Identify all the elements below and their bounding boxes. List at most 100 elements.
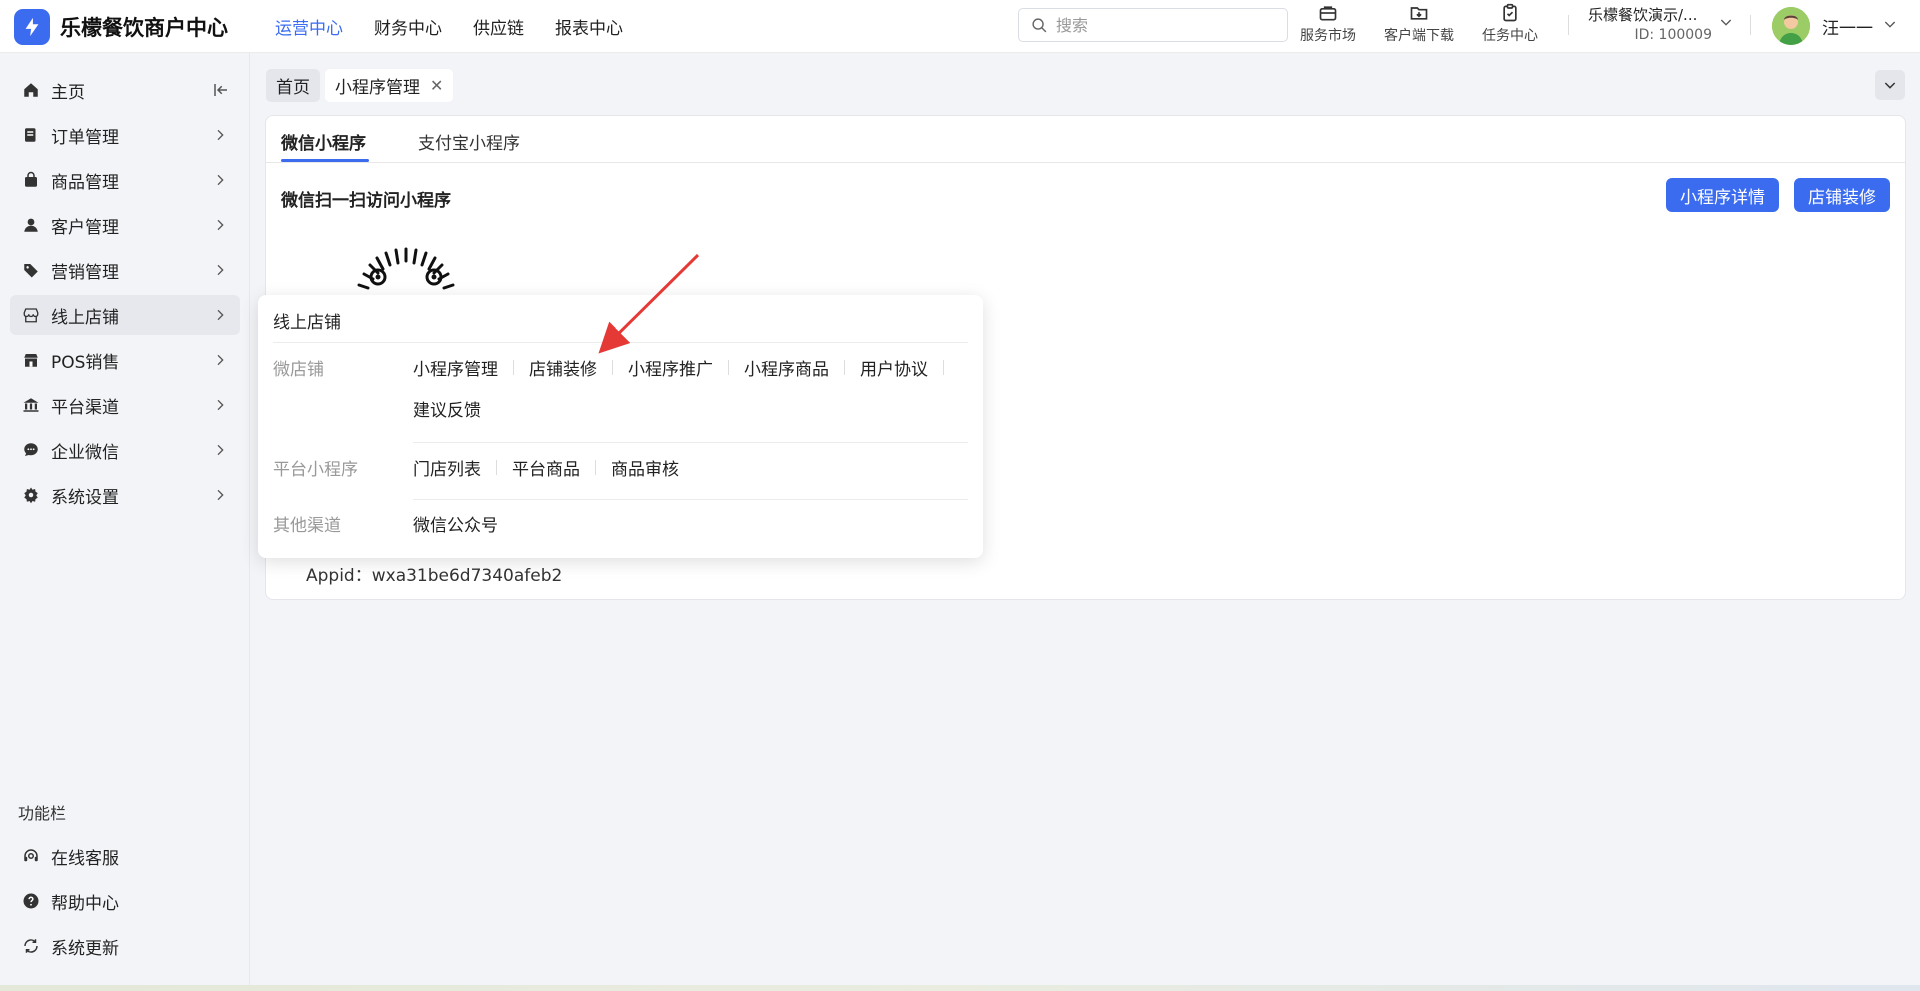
sidebar-item-label: 营销管理 [51, 262, 119, 283]
group-links-platform-miniprogram: 门店列表 平台商品 商品审核 [413, 455, 973, 480]
sidebar-item-label: 在线客服 [51, 848, 119, 869]
sidebar-item-label: 商品管理 [51, 172, 119, 193]
search-box[interactable] [1018, 8, 1288, 42]
user-name[interactable]: 汪一一 [1822, 14, 1873, 39]
sidebar-item-wecom[interactable]: 企业微信 [10, 430, 240, 470]
sidebar-item-help-center[interactable]: 帮助中心 [10, 881, 240, 921]
group-label-other-channels: 其他渠道 [273, 516, 341, 536]
tabs-dropdown-button[interactable] [1875, 70, 1905, 100]
group-label-micro-store: 微店铺 [273, 360, 324, 380]
client-download-button[interactable]: 客户端下载 [1384, 3, 1454, 45]
lightning-logo-icon[interactable] [14, 9, 50, 45]
divider [413, 499, 968, 500]
tab-home-label: 首页 [276, 78, 310, 98]
sidebar: 主页 订单管理 商品管理 客户管理 营销管理 线上店铺 POS销售 平台渠道 企 [0, 53, 250, 991]
sidebar-item-label: 订单管理 [51, 127, 119, 148]
sidebar-item-home[interactable]: 主页 [10, 70, 240, 110]
bag-icon [22, 171, 40, 189]
chevron-down-icon[interactable] [1718, 14, 1734, 30]
service-market-button[interactable]: 服务市场 [1300, 3, 1356, 45]
top-bar: 乐檬餐饮商户中心 运营中心 财务中心 供应链 报表中心 服务市场 客户端下载 任… [0, 0, 1920, 53]
chevron-right-icon [217, 489, 224, 501]
sidebar-item-settings[interactable]: 系统设置 [10, 475, 240, 515]
refresh-icon [22, 937, 40, 955]
sidebar-item-customers[interactable]: 客户管理 [10, 205, 240, 245]
function-bar-title: 功能栏 [18, 804, 67, 823]
group-links-other-channels: 微信公众号 [413, 511, 973, 536]
sidebar-item-platform-channels[interactable]: 平台渠道 [10, 385, 240, 425]
link-wechat-official-account[interactable]: 微信公众号 [413, 511, 498, 536]
link-label: 商品审核 [611, 460, 679, 480]
link-label: 用户协议 [860, 360, 928, 380]
card-title: 微信扫一扫访问小程序 [281, 191, 451, 211]
sidebar-item-label: POS销售 [51, 352, 120, 373]
sidebar-item-online-support[interactable]: 在线客服 [10, 836, 240, 876]
task-center-button[interactable]: 任务中心 [1482, 3, 1538, 45]
collapse-sidebar-icon[interactable] [212, 81, 230, 99]
link-label: 小程序商品 [744, 360, 829, 380]
sidebar-item-label: 线上店铺 [51, 307, 119, 328]
link-label: 小程序管理 [413, 360, 498, 380]
gear-icon [22, 486, 40, 504]
link-label: 建议反馈 [413, 401, 481, 421]
link-user-agreement[interactable]: 用户协议 [860, 355, 959, 380]
shop-icon [22, 351, 40, 369]
tab-alipay-miniprogram[interactable]: 支付宝小程序 [418, 129, 520, 154]
flyout-title: 线上店铺 [273, 313, 341, 333]
nav-supply-chain[interactable]: 供应链 [473, 14, 524, 39]
chevron-right-icon [217, 399, 224, 411]
link-label: 门店列表 [413, 460, 481, 480]
close-icon[interactable]: ✕ [430, 76, 443, 95]
briefcase-icon [1319, 6, 1337, 21]
link-store-decoration[interactable]: 店铺装修 [529, 355, 628, 380]
link-store-list[interactable]: 门店列表 [413, 455, 512, 480]
link-label: 小程序推广 [628, 360, 713, 380]
tab-miniprogram-management[interactable]: 小程序管理 ✕ [325, 69, 454, 102]
chevron-right-icon [217, 219, 224, 231]
chat-icon [22, 441, 40, 459]
clipboard-check-icon [1503, 3, 1517, 22]
help-icon [22, 892, 40, 910]
store-decoration-button[interactable]: 店铺装修 [1794, 178, 1890, 212]
link-miniprogram-management[interactable]: 小程序管理 [413, 355, 529, 380]
chevron-down-icon[interactable] [1882, 16, 1898, 32]
divider [1750, 15, 1751, 35]
link-miniprogram-promotion[interactable]: 小程序推广 [628, 355, 744, 380]
sidebar-item-products[interactable]: 商品管理 [10, 160, 240, 200]
home-icon [22, 81, 40, 99]
chevron-right-icon [217, 174, 224, 186]
client-download-label: 客户端下载 [1384, 28, 1454, 44]
nav-operations[interactable]: 运营中心 [275, 14, 343, 39]
miniprogram-detail-button[interactable]: 小程序详情 [1666, 178, 1779, 212]
link-feedback[interactable]: 建议反馈 [413, 396, 481, 421]
tab-wechat-miniprogram[interactable]: 微信小程序 [281, 129, 366, 154]
link-miniprogram-products[interactable]: 小程序商品 [744, 355, 860, 380]
folder-download-icon [1410, 7, 1428, 20]
group-links-micro-store: 小程序管理 店铺装修 小程序推广 小程序商品 用户协议 建议反馈 [413, 355, 973, 421]
sidebar-item-online-store[interactable]: 线上店铺 [10, 295, 240, 335]
miniprogram-code-image [354, 247, 458, 300]
order-icon [22, 126, 40, 144]
search-input[interactable] [1056, 15, 1266, 35]
sidebar-item-system-update[interactable]: 系统更新 [10, 926, 240, 966]
active-tab-indicator [281, 159, 369, 162]
service-market-label: 服务市场 [1300, 28, 1356, 44]
chevron-right-icon [217, 354, 224, 366]
avatar[interactable] [1772, 7, 1810, 45]
nav-reports[interactable]: 报表中心 [555, 14, 623, 39]
store-switcher[interactable]: 乐檬餐饮演示/... ID: 100009 [1588, 4, 1728, 43]
online-store-flyout-menu: 线上店铺 微店铺 小程序管理 店铺装修 小程序推广 小程序商品 用户协议 建议反… [258, 295, 983, 558]
nav-finance[interactable]: 财务中心 [374, 14, 442, 39]
sidebar-item-label: 帮助中心 [51, 893, 119, 914]
sidebar-item-marketing[interactable]: 营销管理 [10, 250, 240, 290]
tab-home[interactable]: 首页 [266, 69, 320, 102]
sidebar-item-orders[interactable]: 订单管理 [10, 115, 240, 155]
task-center-label: 任务中心 [1482, 28, 1538, 44]
sidebar-item-label: 企业微信 [51, 442, 119, 463]
chevron-right-icon [217, 309, 224, 321]
link-product-review[interactable]: 商品审核 [611, 455, 679, 480]
link-platform-products[interactable]: 平台商品 [512, 455, 611, 480]
sidebar-item-pos-sales[interactable]: POS销售 [10, 340, 240, 380]
chevron-right-icon [217, 444, 224, 456]
link-label: 店铺装修 [529, 360, 597, 380]
